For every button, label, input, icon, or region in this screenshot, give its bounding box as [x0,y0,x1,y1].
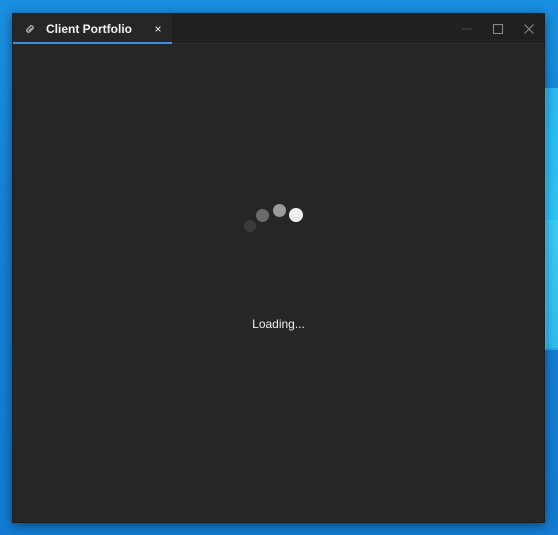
maximize-button[interactable] [482,14,513,44]
loading-spinner [240,201,306,241]
minimize-icon [461,28,472,30]
title-bar: Client Portfolio × [13,14,544,44]
maximize-icon [492,24,503,34]
link-icon [19,14,41,44]
spinner-dot-3 [273,204,286,217]
window-controls [451,14,544,44]
close-window-button[interactable] [513,14,544,44]
tab-title: Client Portfolio [46,22,132,36]
desktop-window-highlight [545,220,558,348]
loading-text: Loading... [252,317,305,331]
close-tab-button[interactable]: × [150,21,166,37]
spinner-dot-4 [289,208,303,222]
client-portfolio-window: Client Portfolio × Loading... [12,13,545,523]
spinner-dot-2 [256,209,269,222]
loading-view: Loading... [13,44,544,522]
close-icon [523,24,534,34]
minimize-button[interactable] [451,14,482,44]
tab-client-portfolio[interactable]: Client Portfolio × [13,14,172,44]
spinner-dot-1 [244,220,256,232]
